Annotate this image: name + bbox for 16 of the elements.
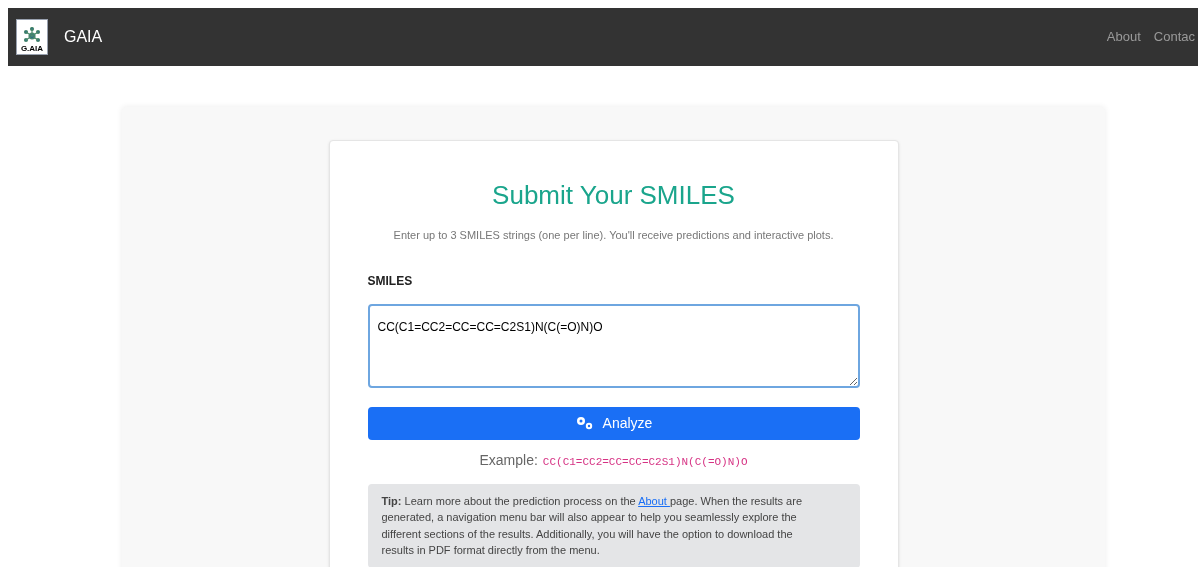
field-label: SMILES — [367, 272, 414, 290]
form-title: Submit Your SMILES — [491, 179, 736, 211]
gears-icon — [574, 416, 595, 430]
example-code: CC(C1=CC2=CC=CC=C2S1)N(C(=O)N)O — [542, 454, 748, 470]
tip-text: Tip: Learn more about the prediction process on the About page. When the results are generated, a navigation menu bar will also appear to help you seamlessly explore the different sections of the results. Additionally, you will have the option to download the results in PDF format directly from the menu. — [381, 493, 803, 558]
logo-text: G.AIA — [20, 45, 44, 53]
brand-name[interactable]: GAIA — [64, 25, 103, 49]
nav-link[interactable]: About — [1106, 27, 1141, 47]
nav-link[interactable]: Contac — [1153, 27, 1195, 47]
smiles-input[interactable]: CC(C1=CC2=CC=CC=C2S1)N(C(=O)N)O — [367, 303, 860, 388]
example-label: Example: — [479, 450, 538, 470]
about-link[interactable]: About — [638, 494, 670, 507]
network-icon — [22, 27, 42, 45]
form-subtitle: Enter up to 3 SMILES strings (one per line). You'll receive predictions and interactive plots. — [392, 228, 835, 243]
analyze-button[interactable]: Analyze — [367, 406, 860, 440]
logo-badge[interactable]: G.AIA — [16, 19, 48, 55]
